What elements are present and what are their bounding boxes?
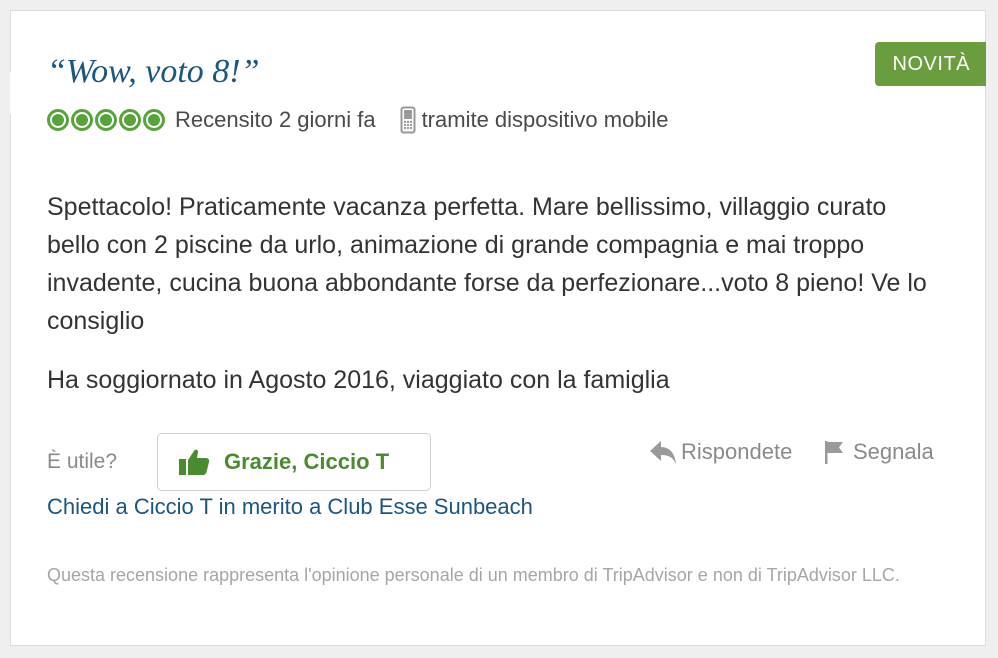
rating-bubble-fill — [52, 114, 64, 126]
new-badge: NOVITÀ — [874, 42, 986, 86]
review-body: Spettacolo! Praticamente vacanza perfett… — [47, 193, 927, 335]
review-meta: Recensito 2 giorni fa tramite dispositiv… — [47, 106, 669, 134]
mobile-device-label: tramite dispositivo mobile — [421, 107, 669, 132]
review-title[interactable]: “Wow, voto 8!” — [47, 51, 260, 93]
reviewed-date: Recensito 2 giorni fa — [175, 107, 376, 132]
reply-link[interactable]: Rispondete — [649, 439, 792, 465]
flag-label: Segnala — [853, 439, 934, 464]
rating-bubble-fill — [148, 114, 160, 126]
thanks-label: Grazie, Ciccio T — [224, 449, 390, 474]
thumbs-up-icon — [179, 449, 210, 475]
review-card: NOVITÀ “Wow, voto 8!” Recensito 2 giorni… — [10, 10, 986, 646]
mobile-phone-icon — [400, 106, 416, 134]
flag-link[interactable]: Segnala — [823, 439, 934, 465]
rating-bubble — [119, 109, 141, 131]
rating-bubble — [143, 109, 165, 131]
rating-bubble — [71, 109, 93, 131]
rating-bubble — [95, 109, 117, 131]
ask-reviewer-link[interactable]: Chiedi a Ciccio T in merito a Club Esse … — [47, 493, 533, 521]
thanks-button[interactable]: Grazie, Ciccio T — [157, 433, 431, 491]
card-notch — [10, 71, 20, 115]
rating-bubble-fill — [76, 114, 88, 126]
disclaimer: Questa recensione rappresenta l'opinione… — [47, 565, 900, 585]
reply-arrow-icon — [650, 441, 676, 464]
rating-bubble-fill — [124, 114, 136, 126]
reply-label: Rispondete — [681, 439, 793, 464]
rating-bubble — [47, 109, 69, 131]
bubble-rating-icon — [47, 109, 165, 131]
rating-bubble-fill — [100, 114, 112, 126]
stay-info: Ha soggiornato in Agosto 2016, viaggiato… — [47, 366, 670, 394]
helpful-label: È utile? — [47, 450, 118, 473]
flag-icon — [825, 441, 843, 464]
